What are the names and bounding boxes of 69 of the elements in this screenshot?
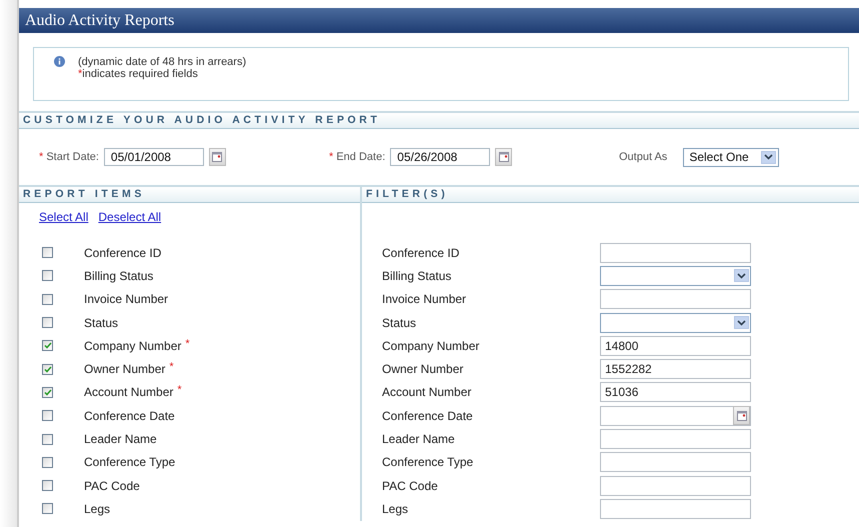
filter-field[interactable] <box>600 242 751 263</box>
report-item-label: Conference Date <box>84 408 175 423</box>
section-header: CUSTOMIZE YOUR AUDIO ACTIVITY REPORT <box>19 111 859 129</box>
calendar-icon[interactable] <box>495 148 512 166</box>
filter-label: Leader Name <box>382 432 456 446</box>
checkbox[interactable] <box>42 364 53 375</box>
filter-dropdown[interactable] <box>600 266 751 286</box>
page-title: Audio Activity Reports <box>19 8 859 33</box>
filter-label: Billing Status <box>382 268 452 283</box>
deselect-all-link[interactable]: Deselect All <box>98 210 162 241</box>
checkbox[interactable] <box>42 503 53 514</box>
section-header: REPORT ITEMS <box>19 185 360 203</box>
filter-field[interactable]: 14800 <box>600 336 751 356</box>
checkbox[interactable] <box>42 480 53 492</box>
filter-label: PAC Code <box>382 478 439 493</box>
report-item-label: Conference ID <box>84 246 162 260</box>
date-field[interactable] <box>600 406 751 426</box>
report-item-label: Account Number * <box>84 385 182 400</box>
checkbox[interactable] <box>42 386 53 398</box>
filter-label: Invoice Number <box>382 292 468 306</box>
output-dropdown[interactable]: Select One <box>683 148 780 166</box>
report-item-label: Status <box>84 316 118 330</box>
report-item-label: Billing Status <box>84 268 154 283</box>
report-item-label: Legs <box>84 502 110 516</box>
filter-label: Conference Type <box>382 455 474 470</box>
caret-icon <box>734 269 749 282</box>
end-date-field[interactable]: 05/26/2008 <box>390 148 490 166</box>
checkbox[interactable] <box>42 340 53 352</box>
filter-field[interactable]: 1552282 <box>600 359 751 380</box>
caret-icon <box>761 150 776 164</box>
section-header: FILTER(S) <box>362 185 859 203</box>
info-icon <box>54 56 65 67</box>
checkbox[interactable] <box>42 294 53 305</box>
end-date-label: * End Date: <box>329 151 386 163</box>
report-item-label: PAC Code <box>84 478 140 493</box>
checkbox[interactable] <box>42 317 53 328</box>
filter-label: Conference Date <box>382 408 474 423</box>
filter-field[interactable] <box>600 452 751 472</box>
report-item-label: Invoice Number <box>84 292 168 306</box>
output-label: Output As <box>619 151 668 163</box>
filter-field[interactable]: 51036 <box>600 382 751 402</box>
filter-label: Conference ID <box>382 246 460 260</box>
report-item-label: Conference Type <box>84 455 176 470</box>
checkbox[interactable] <box>42 410 53 422</box>
checkbox[interactable] <box>42 434 53 445</box>
select-all-link[interactable]: Select All <box>39 210 88 241</box>
filter-field[interactable] <box>600 476 751 496</box>
checkbox[interactable] <box>42 270 53 282</box>
checkbox[interactable] <box>42 247 53 258</box>
filter-label: Company Number <box>382 338 480 353</box>
filter-field[interactable] <box>600 498 751 519</box>
filter-field[interactable] <box>600 429 751 450</box>
filter-label: Owner Number <box>382 362 464 376</box>
report-item-label: Leader Name <box>84 432 157 446</box>
report-item-label: Owner Number * <box>84 362 174 376</box>
filter-label: Status <box>382 316 418 330</box>
caret-icon <box>734 316 749 330</box>
calendar-icon[interactable] <box>208 148 226 166</box>
checkbox[interactable] <box>42 456 53 468</box>
required-note: *indicates required fields <box>78 68 199 80</box>
info-note: (dynamic date of 48 hrs in arrears) <box>78 56 246 68</box>
filter-dropdown[interactable] <box>600 312 751 333</box>
calendar-icon[interactable] <box>733 406 750 426</box>
filter-field[interactable] <box>600 289 751 310</box>
start-date-field[interactable]: 05/01/2008 <box>104 148 204 166</box>
filter-label: Account Number <box>382 385 472 400</box>
filter-label: Legs <box>382 502 410 516</box>
report-item-label: Company Number * <box>84 338 190 353</box>
start-date-label: * Start Date: <box>39 151 99 163</box>
